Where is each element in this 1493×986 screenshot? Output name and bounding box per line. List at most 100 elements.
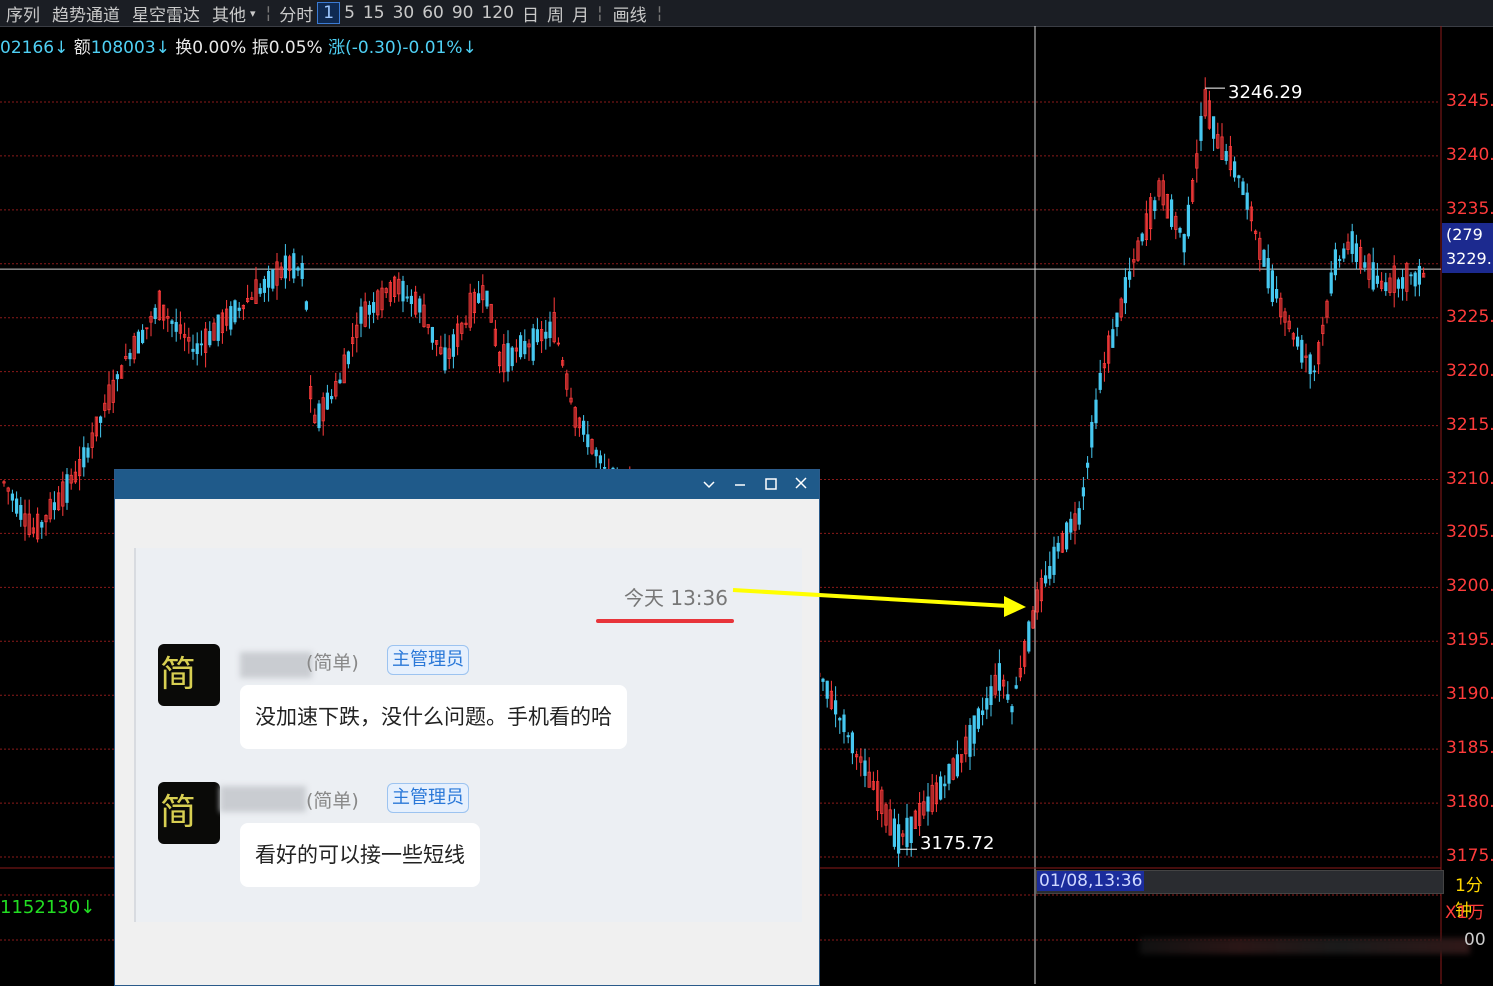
candle-body xyxy=(821,678,825,682)
role-badge: 主管理员 xyxy=(387,645,469,675)
candle-body xyxy=(1245,192,1249,210)
draw-line-button[interactable]: 画线 xyxy=(607,1,653,26)
avatar-text: 简单 xyxy=(160,792,196,833)
price-axis-label: 3190. xyxy=(1446,684,1493,705)
candle-body xyxy=(1270,270,1274,302)
chat-title-bar[interactable] xyxy=(115,470,819,499)
price-axis-label: 3205. xyxy=(1446,522,1493,543)
avatar-text: 简单 xyxy=(160,654,196,695)
high-price-annotation: 3246.29 xyxy=(1228,82,1303,103)
toolbar-item-other[interactable]: 其他 xyxy=(206,1,252,26)
candle-body xyxy=(199,343,203,346)
change-label: 涨 xyxy=(328,38,346,58)
candle-body xyxy=(1115,312,1119,327)
chat-window[interactable]: 今天 13:36 简单 (简单) 主管理员 没加速下跌，没什么问题。手机看的哈 … xyxy=(114,469,820,986)
candle-body xyxy=(1044,575,1048,584)
toolbar-item-trend-channel[interactable]: 趋势通道 xyxy=(46,1,126,26)
amount-label: 额 xyxy=(73,38,91,58)
period-120min[interactable]: 120 xyxy=(477,3,517,23)
candle-body xyxy=(283,255,288,279)
candle-body xyxy=(1354,243,1358,263)
candle-body xyxy=(1312,370,1316,373)
candle-body xyxy=(955,754,960,777)
dropdown-arrow-icon[interactable]: ▾ xyxy=(250,7,262,20)
candle-body xyxy=(208,331,212,346)
cursor-date-time: 01/08,13:36 xyxy=(1037,871,1145,891)
avatar[interactable]: 简单 xyxy=(158,644,220,706)
chevron-down-icon[interactable] xyxy=(697,474,721,496)
candle-body xyxy=(292,253,296,279)
candle-body xyxy=(1409,274,1413,277)
candle-body xyxy=(1065,522,1069,550)
maximize-icon[interactable] xyxy=(759,474,783,496)
candle-body xyxy=(140,329,145,343)
period-30min[interactable]: 30 xyxy=(389,3,419,23)
candle-body xyxy=(1417,265,1421,285)
candle-body xyxy=(174,321,178,332)
toolbar-item-sequence[interactable]: 序列 xyxy=(0,1,46,26)
candle-body xyxy=(834,700,838,715)
candle-body xyxy=(523,340,527,355)
blurred-watermark xyxy=(1140,938,1470,954)
candle-body xyxy=(115,374,119,380)
candle-body xyxy=(19,505,23,520)
candle-body xyxy=(825,680,829,699)
candle-body xyxy=(1384,282,1388,292)
candle-body xyxy=(405,296,409,299)
candle-body xyxy=(52,502,57,511)
candle-body xyxy=(947,763,951,784)
period-week[interactable]: 周 xyxy=(543,1,568,26)
candle-body xyxy=(892,818,897,847)
period-intraday[interactable]: 分时 xyxy=(275,1,317,26)
candle-body xyxy=(304,301,309,310)
candle-body xyxy=(443,347,447,371)
candle-body xyxy=(1094,399,1098,424)
candle-body xyxy=(258,288,262,294)
candle-body xyxy=(1081,487,1085,497)
candle-body xyxy=(943,783,947,787)
candle-body xyxy=(850,732,855,754)
candle-body xyxy=(1111,329,1115,348)
candle-body xyxy=(531,328,535,361)
candle-body xyxy=(1300,339,1304,363)
period-90min[interactable]: 90 xyxy=(448,3,478,23)
period-day[interactable]: 日 xyxy=(518,1,543,26)
amplitude-label: 振 xyxy=(251,38,269,58)
avatar[interactable]: 简单 xyxy=(158,782,220,844)
candle-body xyxy=(997,663,1002,691)
period-month[interactable]: 月 xyxy=(568,1,593,26)
minimize-icon[interactable] xyxy=(728,474,752,496)
period-5min[interactable]: 5 xyxy=(340,3,359,23)
candle-body xyxy=(1199,115,1203,141)
volume-value: 02166↓ xyxy=(0,38,69,58)
candle-body xyxy=(128,352,132,360)
candle-body xyxy=(262,278,267,293)
candle-body xyxy=(1086,462,1090,468)
candle-body xyxy=(1212,116,1216,139)
blurred-username xyxy=(240,652,312,678)
chat-message-area[interactable]: 今天 13:36 简单 (简单) 主管理员 没加速下跌，没什么问题。手机看的哈 … xyxy=(134,548,802,922)
sender-name-suffix: (简单) xyxy=(306,790,359,812)
candle-body xyxy=(1077,508,1081,525)
candle-body xyxy=(544,331,548,339)
candle-body xyxy=(40,521,44,528)
candle-body xyxy=(909,816,913,844)
close-icon[interactable] xyxy=(789,474,813,496)
period-60min[interactable]: 60 xyxy=(418,3,448,23)
candle-body xyxy=(586,434,590,448)
period-1min[interactable]: 1 xyxy=(317,2,341,24)
candle-body xyxy=(1350,231,1354,254)
candle-body xyxy=(905,817,909,848)
candle-body xyxy=(976,708,981,729)
cursor-extra: (279 xyxy=(1446,225,1483,244)
toolbar-separator: ¦ xyxy=(265,3,272,23)
candle-body xyxy=(981,710,985,715)
volume-indicator-value: 1152130↓ xyxy=(0,897,96,918)
candle-body xyxy=(1140,233,1144,242)
period-15min[interactable]: 15 xyxy=(359,3,389,23)
toolbar-item-star-radar[interactable]: 星空雷达 xyxy=(126,1,206,26)
candle-body xyxy=(939,776,943,800)
candle-body xyxy=(846,735,850,738)
candle-body xyxy=(451,334,456,357)
candle-body xyxy=(317,403,321,429)
